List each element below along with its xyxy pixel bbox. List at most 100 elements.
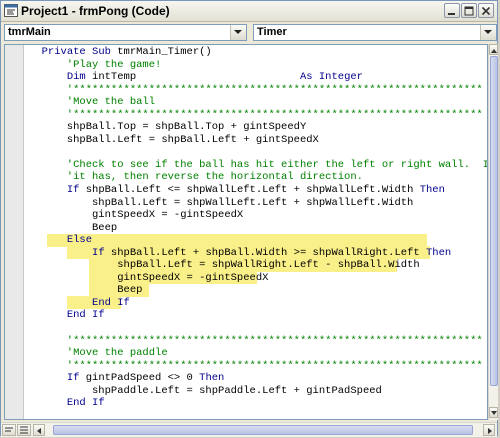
code-line: '***************************************… — [29, 334, 487, 348]
code-token: If — [66, 184, 80, 197]
maximize-button[interactable] — [461, 3, 477, 18]
title-bar: Project1 - frmPong (Code) — [1, 1, 497, 22]
chevron-down-icon — [234, 30, 242, 34]
code-line: End If — [29, 309, 487, 322]
code-token: '***************************************… — [29, 334, 483, 347]
code-line: shpBall.Left = shpWallLeft.Left + shpWal… — [29, 196, 487, 210]
procedure-dropdown-arrow[interactable] — [480, 25, 496, 40]
arrow-down-icon — [491, 411, 497, 415]
horizontal-scroll-thumb[interactable] — [53, 425, 473, 435]
code-token: Then — [425, 246, 452, 259]
code-line: shpBall.Left = shpWallRight.Left - shpBa… — [29, 259, 487, 272]
code-token: 'Move the paddle — [29, 347, 168, 360]
code-line: Private Sub tmrMain_Timer() — [29, 46, 487, 59]
code-line: Beep — [29, 221, 487, 235]
procedure-dropdown[interactable]: Timer — [253, 24, 497, 41]
code-token: 'Check to see if the ball has hit either… — [29, 158, 488, 171]
procedure-dropdown-value: Timer — [257, 26, 287, 38]
code-line: 'Check to see if the ball has hit either… — [29, 158, 488, 172]
code-token: '***************************************… — [29, 83, 483, 96]
code-line: gintSpeedX = -gintSpeedX — [29, 271, 487, 285]
window-title: Project1 - frmPong (Code) — [21, 4, 170, 18]
code-token: If — [66, 372, 80, 385]
full-module-view-button[interactable] — [17, 424, 31, 436]
code-token: shpBall.Left + shpBall.Width >= shpWallR… — [104, 246, 426, 259]
minimize-button[interactable] — [444, 3, 460, 18]
code-token: shpBall.Left = shpWallRight.Left - shpBa… — [29, 259, 420, 272]
code-token: End If — [66, 397, 105, 410]
scroll-down-button[interactable] — [489, 407, 498, 418]
code-token: '***************************************… — [29, 108, 483, 121]
object-dropdown-arrow[interactable] — [230, 25, 246, 40]
vertical-scroll-thumb[interactable] — [490, 56, 498, 386]
vertical-scrollbar[interactable] — [488, 44, 498, 420]
code-token: 'Play the game! — [29, 58, 162, 71]
code-editor[interactable]: Private Sub tmrMain_Timer() 'Play the ga… — [4, 44, 488, 420]
code-token: Beep — [29, 221, 118, 234]
horizontal-scrollbar[interactable] — [1, 422, 497, 437]
code-token: Else — [66, 234, 93, 247]
code-token: shpBall.Left = shpWallLeft.Left + shpWal… — [29, 196, 414, 209]
code-line: 'Move the paddle — [29, 347, 487, 360]
close-button[interactable] — [478, 3, 494, 18]
code-line: Beep — [29, 284, 487, 297]
full-module-view-icon — [20, 426, 28, 434]
code-token: Beep — [29, 284, 143, 297]
code-token: gintSpeedX = -gintSpeedX — [29, 271, 269, 284]
code-token: End If — [92, 296, 130, 309]
code-token: Private Sub — [41, 46, 111, 58]
object-dropdown-value: tmrMain — [8, 26, 51, 38]
code-line: Dim intTemp As Integer — [29, 71, 487, 84]
scroll-right-button[interactable] — [483, 424, 495, 436]
code-token: Dim — [66, 71, 86, 84]
code-line: gintSpeedX = -gintSpeedX — [29, 209, 487, 222]
code-token: shpBall.Left = shpBall.Left + gintSpeedX — [29, 133, 319, 146]
code-token: If — [92, 246, 105, 259]
arrow-right-icon — [488, 428, 492, 434]
code-line: 'Play the game! — [29, 58, 487, 72]
code-token: Then — [199, 372, 225, 385]
scroll-up-button[interactable] — [489, 44, 498, 55]
code-line: '***************************************… — [29, 108, 487, 122]
code-token: shpBall.Top = shpBall.Top + gintSpeedY — [29, 121, 307, 134]
scroll-left-button[interactable] — [33, 424, 45, 436]
arrow-up-icon — [491, 49, 497, 53]
code-line: If shpBall.Left <= shpWallLeft.Left + sh… — [29, 184, 487, 197]
procedure-view-icon — [5, 427, 13, 432]
code-line: Else — [29, 234, 487, 247]
code-token: shpBall.Left <= shpWallLeft.Left + shpWa… — [79, 184, 420, 197]
chevron-down-icon — [484, 30, 492, 34]
code-token: gintSpeedX = -gintSpeedX — [29, 209, 244, 222]
vb-project-icon — [4, 4, 18, 17]
object-dropdown[interactable]: tmrMain — [4, 24, 247, 41]
code-token: tmrMain_Timer() — [110, 46, 212, 58]
code-line: shpBall.Left = shpBall.Left + gintSpeedX — [29, 133, 487, 147]
code-text: Private Sub tmrMain_Timer() 'Play the ga… — [29, 46, 488, 419]
code-token: 'it has, then reverse the horizontal dir… — [29, 171, 363, 184]
code-line: 'Move the ball — [29, 96, 487, 109]
minimize-icon — [448, 13, 455, 15]
code-token: As Integer — [299, 71, 363, 84]
code-line: If shpBall.Left + shpBall.Width >= shpWa… — [29, 246, 487, 260]
maximize-icon — [464, 6, 474, 16]
code-line: 'it has, then reverse the horizontal dir… — [29, 171, 487, 184]
code-line: End If — [29, 397, 487, 410]
code-token: '***************************************… — [29, 359, 483, 372]
procedure-view-button[interactable] — [2, 424, 16, 436]
code-token: End If — [66, 309, 105, 322]
code-token: gintPadSpeed <> 0 — [79, 372, 200, 385]
editor-margin — [5, 45, 24, 419]
code-line: End If — [29, 296, 487, 310]
